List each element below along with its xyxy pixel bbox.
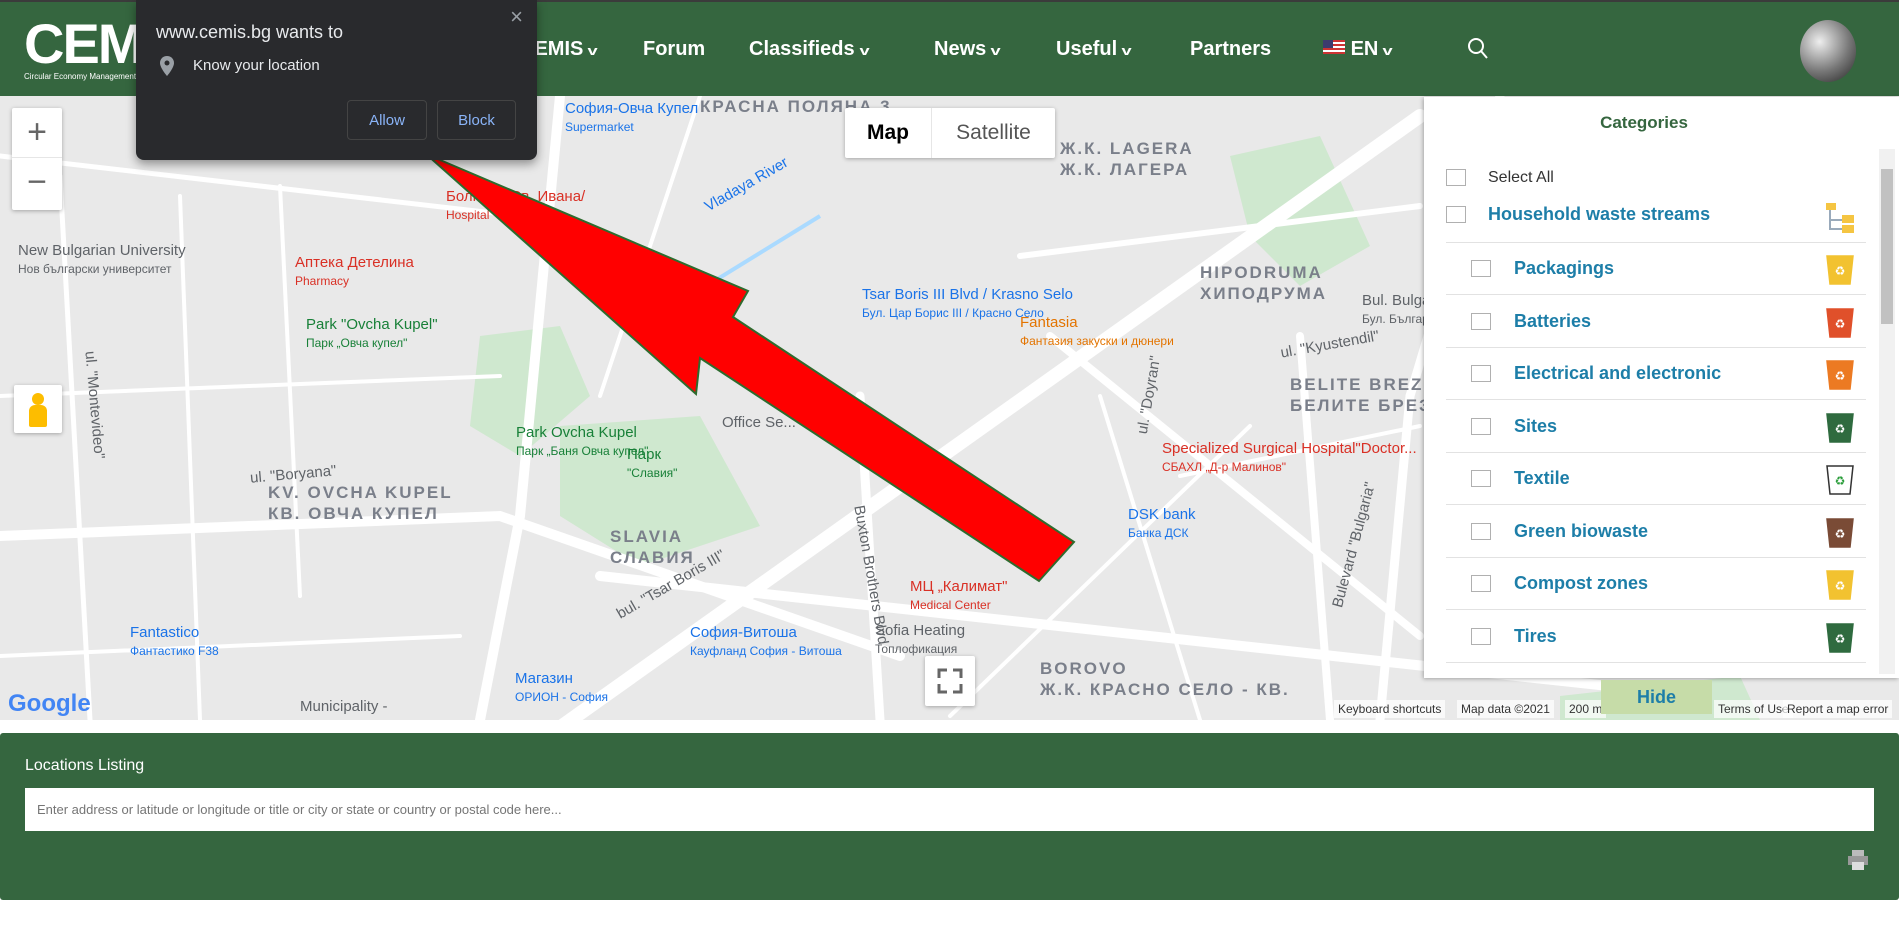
category-item[interactable]: Tires ♻ [1446, 611, 1866, 663]
category-item[interactable]: Textile ♻ [1446, 453, 1866, 505]
map-poi[interactable]: Парк "Славия" [627, 446, 677, 482]
map-data-text: Map data ©2021 [1457, 700, 1554, 718]
area-label: BOROVO Ж.К. КРАСНО СЕЛО - КВ. [1040, 659, 1290, 699]
map-poi[interactable]: DSK bank Банка ДСК [1128, 506, 1196, 542]
map-type-map[interactable]: Map [845, 108, 932, 158]
svg-text:♻: ♻ [1835, 474, 1846, 488]
search-icon[interactable] [1466, 36, 1490, 60]
map-poi[interactable]: София-Овча Купел Supermarket [565, 100, 698, 136]
waste-bin-icon: ♻ [1826, 465, 1854, 495]
block-button[interactable]: Block [437, 100, 516, 140]
category-checkbox[interactable] [1471, 312, 1491, 330]
map-poi[interactable]: Specialized Surgical Hospital"Doctor... С… [1162, 440, 1417, 476]
map-poi[interactable]: Fantastico Фантастико F38 [130, 624, 219, 660]
map-poi[interactable]: Park "Ovcha Kupel" Парк „Овча купел" [306, 316, 438, 352]
report-error-link[interactable]: Report a map error [1783, 700, 1893, 718]
waste-bin-icon: ♻ [1826, 570, 1854, 600]
location-search-input[interactable] [25, 788, 1874, 831]
category-checkbox[interactable] [1471, 470, 1491, 487]
category-checkbox[interactable] [1471, 417, 1491, 435]
categories-title: Categories [1600, 113, 1688, 132]
area-label: Ж.К. LAGERA Ж.К. ЛАГЕРА [1060, 139, 1194, 179]
terms-link[interactable]: Terms of Use [1714, 700, 1793, 718]
waste-bin-icon: ♻ [1826, 255, 1854, 285]
map-poi[interactable]: Аптека Детелина Pharmacy [295, 254, 414, 290]
map-poi[interactable]: Fantasia Фантазия закуски и дюнери [1020, 314, 1174, 350]
nav-partners[interactable]: Partners [1190, 38, 1271, 61]
permission-text: Know your location [193, 57, 320, 74]
categories-panel: Categories Select All Household waste st… [1424, 97, 1899, 678]
category-item[interactable]: Packagings ♻ [1446, 243, 1866, 295]
nav-classifieds[interactable]: Classifieds v [749, 38, 869, 61]
waste-bin-icon: ♻ [1826, 622, 1854, 653]
category-item[interactable]: Compost zones ♻ [1446, 558, 1866, 610]
folder-tree-icon [1826, 203, 1854, 233]
select-all-checkbox[interactable] [1446, 169, 1466, 186]
nav-useful[interactable]: Useful v [1056, 38, 1132, 61]
category-item[interactable]: Electrical and electronic ♻ [1446, 348, 1866, 400]
popup-title: www.cemis.bg wants to [156, 22, 344, 42]
area-label: HIPODRUMA ХИПОДРУМА [1200, 263, 1328, 303]
waste-bin-icon: ♻ [1826, 360, 1854, 390]
waste-bin-icon: ♻ [1826, 412, 1854, 443]
close-icon[interactable]: × [510, 4, 523, 30]
area-label: SLAVIA СЛАВИЯ [610, 527, 695, 567]
map-poi[interactable]: МЦ „Калимат" Medical Center [910, 578, 1008, 614]
location-permission-popup: www.cemis.bg wants to × Know your locati… [136, 0, 537, 160]
svg-text:♻: ♻ [1835, 579, 1846, 593]
allow-button[interactable]: Allow [347, 100, 427, 140]
nav-news[interactable]: News v [934, 38, 1001, 61]
map-poi[interactable]: New Bulgarian University Нов български ун… [18, 242, 186, 278]
cemis-logo[interactable]: CEM Circular Economy Management [24, 16, 154, 86]
category-checkbox[interactable] [1471, 575, 1491, 592]
print-icon[interactable] [1847, 850, 1869, 870]
category-item[interactable]: Batteries ♻ [1446, 296, 1866, 348]
locations-listing-section: Locations Listing [0, 733, 1899, 900]
svg-text:♻: ♻ [1835, 527, 1846, 541]
category-item[interactable]: Sites ♻ [1446, 401, 1866, 453]
category-checkbox[interactable] [1471, 260, 1491, 277]
svg-text:♻: ♻ [1835, 369, 1846, 383]
zoom-in-button[interactable]: + [12, 108, 62, 158]
map-poi[interactable]: Болница Св. Ивана/Hospital [446, 188, 585, 224]
map-poi[interactable]: София-Витоша Кауфланд София - Витоша [690, 624, 842, 660]
hide-categories-button[interactable]: Hide [1601, 680, 1712, 714]
waste-bin-icon: ♻ [1826, 307, 1854, 338]
category-item[interactable]: Green biowaste ♻ [1446, 506, 1866, 558]
waste-bin-icon: ♻ [1826, 517, 1854, 548]
map-poi[interactable]: Магазин ОРИОН - София [515, 670, 608, 706]
map-poi[interactable]: Office Se... [722, 414, 796, 432]
select-all[interactable]: Select All [1446, 169, 1746, 199]
globe-logo-icon[interactable] [1800, 20, 1856, 82]
fullscreen-button[interactable] [925, 656, 975, 706]
svg-text:♻: ♻ [1835, 264, 1846, 278]
map-poi[interactable]: Municipality -Region Ovcha Kupel [300, 698, 410, 720]
area-label: KV. OVCHA KUPEL КВ. ОВЧА КУПЕЛ [268, 483, 453, 523]
area-label: BELITE BREZI БЕЛИТЕ БРЕЗИ [1290, 375, 1446, 415]
category-checkbox[interactable] [1471, 522, 1491, 540]
category-checkbox[interactable] [1471, 627, 1491, 645]
keyboard-shortcuts-link[interactable]: Keyboard shortcuts [1334, 700, 1446, 718]
category-group-household[interactable]: Household waste streams [1446, 197, 1866, 243]
zoom-out-button[interactable]: − [12, 158, 62, 208]
area-label: SLAVIA СЛАВИЯ [670, 319, 755, 359]
zoom-control: + − [12, 108, 62, 210]
listing-title: Locations Listing [25, 757, 145, 774]
pegman-icon[interactable] [14, 385, 62, 433]
nav-forum[interactable]: Forum [643, 38, 705, 61]
category-checkbox[interactable] [1446, 206, 1466, 223]
map-type-control: Map Satellite [845, 108, 1055, 158]
us-flag-icon [1323, 40, 1345, 54]
location-pin-icon [160, 56, 174, 76]
svg-text:♻: ♻ [1835, 422, 1846, 436]
map-type-satellite[interactable]: Satellite [932, 108, 1055, 158]
google-logo[interactable]: Google [8, 690, 91, 718]
language-selector[interactable]: EN v [1323, 38, 1393, 61]
svg-text:♻: ♻ [1835, 632, 1846, 646]
svg-text:♻: ♻ [1835, 317, 1846, 331]
categories-scrollbar[interactable] [1879, 149, 1895, 674]
category-checkbox[interactable] [1471, 365, 1491, 382]
